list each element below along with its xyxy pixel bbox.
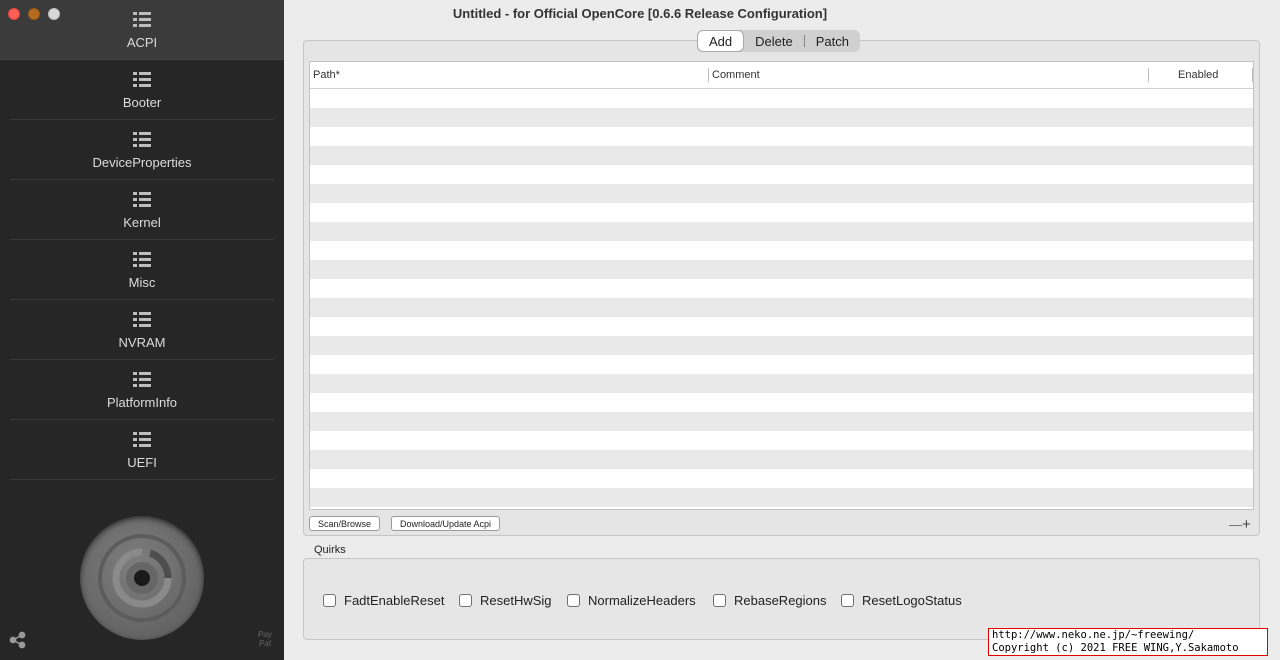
sidebar-nav: ACPI Booter DeviceProperties Kernel Misc… — [0, 0, 284, 480]
copyright-watermark: http://www.neko.ne.jp/~freewing/ Copyrig… — [988, 628, 1268, 656]
opencore-logo-icon — [98, 534, 186, 622]
table-row[interactable] — [310, 146, 1253, 165]
share-icon[interactable] — [9, 631, 27, 649]
column-header-path[interactable]: Path* — [313, 69, 340, 81]
acpi-tabs: Add Delete Patch — [697, 30, 860, 52]
column-header-enabled[interactable]: Enabled — [1178, 69, 1218, 81]
sidebar-item-label: NVRAM — [118, 335, 166, 350]
quirk-label: NormalizeHeaders — [588, 593, 696, 608]
scan-browse-button[interactable]: Scan/Browse — [309, 516, 381, 531]
sidebar-item-kernel[interactable]: Kernel — [0, 180, 284, 240]
table-row[interactable] — [310, 89, 1253, 108]
minimize-window-button[interactable] — [28, 8, 40, 20]
quirk-label: ResetLogoStatus — [862, 593, 962, 608]
column-divider[interactable] — [708, 68, 709, 82]
sidebar: ACPI Booter DeviceProperties Kernel Misc… — [0, 0, 284, 660]
sidebar-item-label: PlatformInfo — [106, 395, 178, 410]
table-row[interactable] — [310, 298, 1253, 317]
close-window-button[interactable] — [8, 8, 20, 20]
table-row[interactable] — [310, 260, 1253, 279]
table-row[interactable] — [310, 203, 1253, 222]
sidebar-item-nvram[interactable]: NVRAM — [0, 300, 284, 360]
paypal-logo[interactable]: Pay Pal — [256, 630, 274, 648]
sidebar-item-label: Misc — [128, 275, 156, 290]
quirk-resetlogostatus[interactable]: ResetLogoStatus — [841, 593, 962, 608]
table-row[interactable] — [310, 469, 1253, 488]
table-row[interactable] — [310, 412, 1253, 431]
table-row[interactable] — [310, 374, 1253, 393]
tab-patch[interactable]: Patch — [805, 30, 860, 52]
tab-add[interactable]: Add — [697, 30, 745, 52]
list-icon — [133, 192, 151, 207]
sidebar-item-label: ACPI — [126, 35, 158, 50]
sidebar-item-platforminfo[interactable]: PlatformInfo — [0, 360, 284, 420]
column-header-comment[interactable]: Comment — [712, 69, 760, 81]
quirk-fadtenablereset[interactable]: FadtEnableReset — [323, 593, 444, 608]
column-divider[interactable] — [1252, 68, 1253, 82]
table-row[interactable] — [310, 165, 1253, 184]
quirk-label: FadtEnableReset — [344, 593, 445, 608]
watermark-url: http://www.neko.ne.jp/~freewing/ — [992, 629, 1195, 641]
download-update-acpi-button[interactable]: Download/Update Acpi — [391, 516, 501, 531]
table-row[interactable] — [310, 488, 1253, 507]
sidebar-item-uefi[interactable]: UEFI — [0, 420, 284, 480]
sidebar-item-label: UEFI — [127, 455, 157, 470]
table-row[interactable] — [310, 336, 1253, 355]
table-row[interactable] — [310, 222, 1253, 241]
quirk-checkbox[interactable] — [713, 594, 726, 607]
table-row[interactable] — [310, 279, 1253, 298]
list-icon — [133, 372, 151, 387]
quirk-checkbox[interactable] — [841, 594, 854, 607]
sidebar-item-label: Booter — [122, 95, 162, 110]
acpi-add-table[interactable]: Path* Comment Enabled — [309, 61, 1254, 510]
table-row[interactable] — [310, 241, 1253, 260]
table-row[interactable] — [310, 184, 1253, 203]
tab-delete[interactable]: Delete — [744, 30, 804, 52]
remove-row-button[interactable]: — — [1229, 517, 1242, 532]
opencore-logo-knob — [80, 516, 204, 640]
window-title: Untitled - for Official OpenCore [0.6.6 … — [452, 6, 828, 21]
table-header: Path* Comment Enabled — [310, 62, 1253, 89]
table-row[interactable] — [310, 127, 1253, 146]
list-icon — [133, 132, 151, 147]
sidebar-item-deviceproperties[interactable]: DeviceProperties — [0, 120, 284, 180]
sidebar-item-label: Kernel — [123, 215, 161, 230]
table-row[interactable] — [310, 355, 1253, 374]
table-row[interactable] — [310, 393, 1253, 412]
list-icon — [133, 312, 151, 327]
watermark-copyright: Copyright (c) 2021 FREE WING,Y.Sakamoto — [992, 642, 1239, 654]
sidebar-item-label: DeviceProperties — [92, 155, 192, 170]
table-row[interactable] — [310, 450, 1253, 469]
window-controls — [8, 8, 60, 20]
table-row[interactable] — [310, 431, 1253, 450]
sidebar-item-misc[interactable]: Misc — [0, 240, 284, 300]
quirk-label: ResetHwSig — [480, 593, 552, 608]
list-icon — [133, 432, 151, 447]
list-icon — [133, 12, 151, 27]
table-row[interactable] — [310, 317, 1253, 336]
maximize-window-button[interactable] — [48, 8, 60, 20]
quirk-checkbox[interactable] — [323, 594, 336, 607]
quirk-resethwsig[interactable]: ResetHwSig — [459, 593, 552, 608]
quirk-normalizeheaders[interactable]: NormalizeHeaders — [567, 593, 696, 608]
quirks-heading: Quirks — [314, 544, 346, 556]
sidebar-item-booter[interactable]: Booter — [0, 60, 284, 120]
table-rows — [310, 89, 1253, 507]
quirk-checkbox[interactable] — [567, 594, 580, 607]
list-icon — [133, 72, 151, 87]
quirk-label: RebaseRegions — [734, 593, 827, 608]
quirk-rebaseregions[interactable]: RebaseRegions — [713, 593, 827, 608]
add-row-button[interactable]: + — [1242, 516, 1251, 533]
table-row[interactable] — [310, 108, 1253, 127]
quirk-checkbox[interactable] — [459, 594, 472, 607]
list-icon — [133, 252, 151, 267]
column-divider[interactable] — [1148, 68, 1149, 82]
